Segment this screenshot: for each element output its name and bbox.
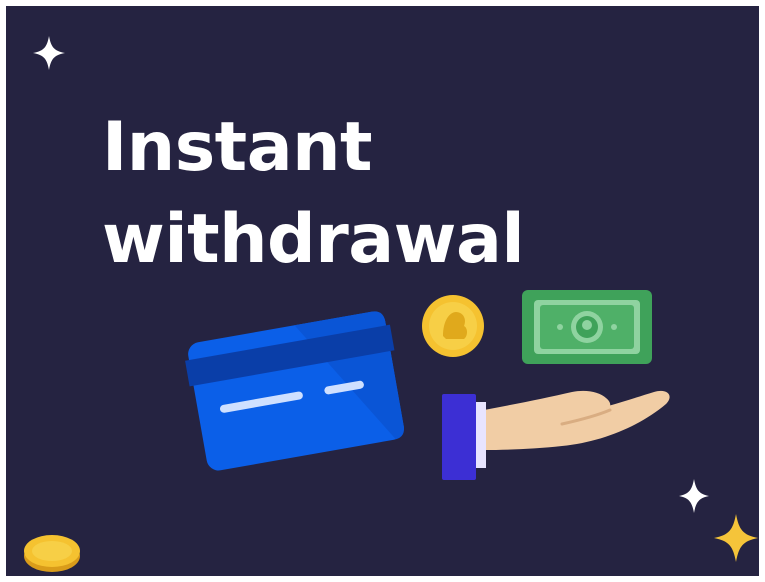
banknote-icon bbox=[522, 290, 652, 364]
illustration bbox=[6, 6, 759, 576]
coin-icon bbox=[422, 295, 484, 357]
headline-line-2: withdrawal bbox=[102, 200, 525, 279]
promo-banner: Instant withdrawal bbox=[6, 6, 759, 576]
headline-line-1: Instant bbox=[102, 108, 373, 187]
headline: Instant withdrawal bbox=[102, 102, 525, 286]
coin-icon bbox=[24, 535, 80, 572]
